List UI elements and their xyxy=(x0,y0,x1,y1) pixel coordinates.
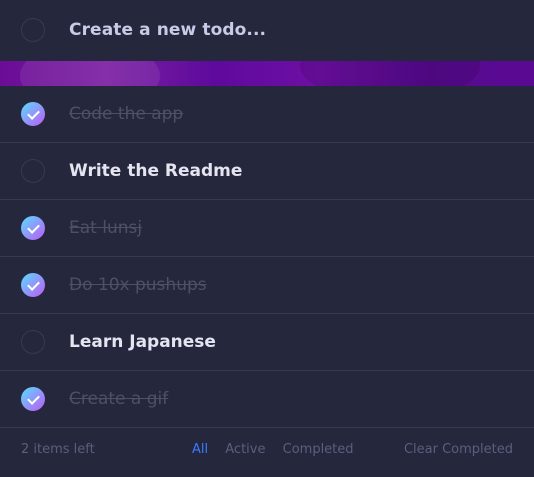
todo-text[interactable]: Learn Japanese xyxy=(69,330,216,354)
header-banner-image xyxy=(0,61,534,86)
new-todo-circle-icon xyxy=(21,18,45,42)
items-left-count: 2 items left xyxy=(21,442,95,457)
todo-item[interactable]: Write the Readme xyxy=(0,143,534,200)
check-icon xyxy=(27,392,40,405)
todo-footer: 2 items left All Active Completed Clear … xyxy=(0,428,534,477)
todo-checkbox[interactable] xyxy=(21,216,45,240)
filter-all[interactable]: All xyxy=(192,442,208,458)
todo-item[interactable]: Learn Japanese xyxy=(0,314,534,371)
todo-text[interactable]: Write the Readme xyxy=(69,159,242,183)
filter-group: All Active Completed xyxy=(192,442,367,458)
filter-active[interactable]: Active xyxy=(225,442,265,458)
todo-checkbox[interactable] xyxy=(21,273,45,297)
filter-completed[interactable]: Completed xyxy=(283,442,354,458)
todo-text[interactable]: Code the app xyxy=(69,102,183,126)
todo-item[interactable]: Code the app xyxy=(0,86,534,143)
check-icon xyxy=(27,278,40,291)
todo-checkbox[interactable] xyxy=(21,387,45,411)
todo-text[interactable]: Do 10x pushups xyxy=(69,273,207,297)
todo-item[interactable]: Eat lunsj xyxy=(0,200,534,257)
todo-checkbox[interactable] xyxy=(21,159,45,183)
todo-checkbox[interactable] xyxy=(21,102,45,126)
todo-text[interactable]: Create a gif xyxy=(69,387,168,411)
new-todo-input[interactable]: Create a new todo... xyxy=(69,18,266,42)
check-icon xyxy=(27,107,40,120)
todo-list: Code the app Write the Readme Eat lunsj … xyxy=(0,86,534,428)
todo-checkbox[interactable] xyxy=(21,330,45,354)
todo-item[interactable]: Create a gif xyxy=(0,371,534,428)
clear-completed-button[interactable]: Clear Completed xyxy=(404,442,513,458)
check-icon xyxy=(27,221,40,234)
todo-text[interactable]: Eat lunsj xyxy=(69,216,142,240)
todo-app: Create a new todo... Code the app Write … xyxy=(0,0,534,477)
new-todo-bar[interactable]: Create a new todo... xyxy=(0,0,534,61)
todo-item[interactable]: Do 10x pushups xyxy=(0,257,534,314)
